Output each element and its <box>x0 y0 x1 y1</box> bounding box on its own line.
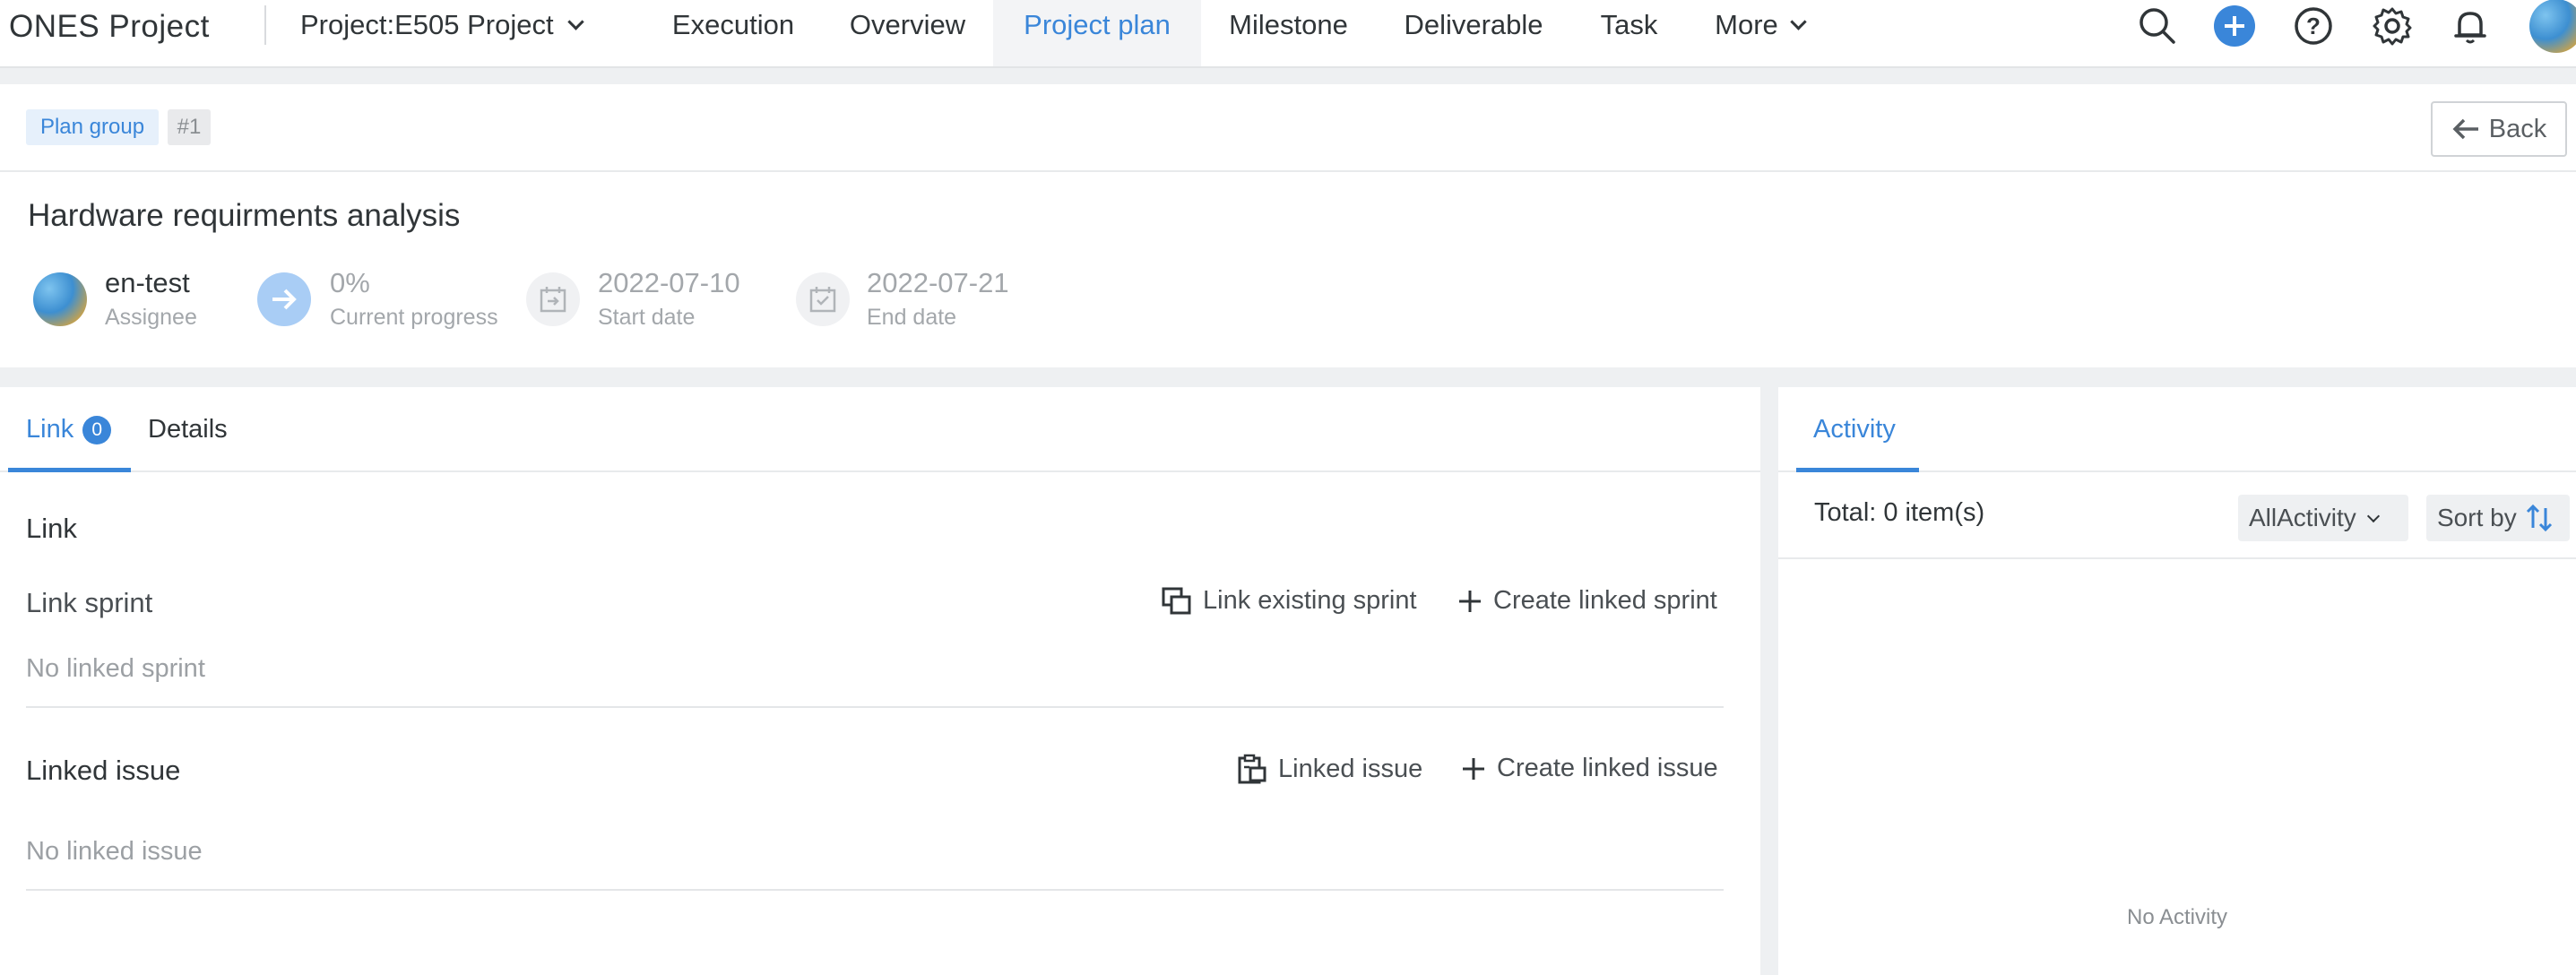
activity-panel-tabs: Activity <box>1778 387 2576 472</box>
activity-filter-dropdown[interactable]: AllActivity <box>2238 495 2408 541</box>
link-section-title: Link <box>26 513 77 544</box>
nav-task[interactable]: Task <box>1582 0 1676 66</box>
link-copy-icon <box>1162 587 1191 614</box>
help-icon[interactable]: ? <box>2291 4 2336 48</box>
link-sprint-label: Link sprint <box>26 587 153 618</box>
start-date-value: 2022-07-10 <box>598 267 740 298</box>
nav-milestone[interactable]: Milestone <box>1206 0 1371 66</box>
start-date-field[interactable]: 2022-07-10 Start date <box>524 260 766 341</box>
sort-icon <box>2526 504 2552 532</box>
nav-overview[interactable]: Overview <box>825 0 990 66</box>
search-icon[interactable] <box>2135 4 2180 48</box>
plus-icon <box>1459 590 1481 612</box>
link-existing-sprint-button[interactable]: Link existing sprint <box>1162 586 1417 616</box>
gear-icon[interactable] <box>2370 4 2415 48</box>
nav-more[interactable]: More <box>1697 0 1822 66</box>
tab-details[interactable]: Details <box>148 387 228 472</box>
progress-label: Current progress <box>330 305 498 330</box>
progress-value: 0% <box>330 267 370 298</box>
link-existing-sprint-label: Link existing sprint <box>1203 586 1417 615</box>
nav-project-plan[interactable]: Project plan <box>993 0 1201 66</box>
arrow-right-icon <box>257 272 311 326</box>
no-linked-issue-text: No linked issue <box>26 837 203 866</box>
calendar-start-icon <box>526 272 580 326</box>
tab-link-label: Link <box>26 415 74 444</box>
back-button-label: Back <box>2488 114 2547 143</box>
svg-text:?: ? <box>2306 13 2321 39</box>
no-linked-sprint-text: No linked sprint <box>26 654 205 683</box>
activity-total: Total: 0 item(s) <box>1814 498 1985 527</box>
activity-divider <box>1778 557 2576 559</box>
start-date-label: Start date <box>598 305 696 330</box>
assignee-avatar <box>33 272 87 326</box>
tab-link[interactable]: Link 0 <box>26 387 112 472</box>
create-linked-sprint-label: Create linked sprint <box>1493 586 1717 615</box>
section-divider <box>26 889 1724 891</box>
arrow-left-icon <box>2452 118 2478 140</box>
link-panel: Link 0 Details Link Link sprint Link exi… <box>0 387 1760 975</box>
create-linked-issue-label: Create linked issue <box>1497 754 1718 782</box>
link-panel-tabs: Link 0 Details <box>0 387 1760 472</box>
clipboard-link-icon <box>1238 754 1266 784</box>
sort-by-button[interactable]: Sort by <box>2426 495 2570 541</box>
no-activity-text: No Activity <box>2126 905 2228 929</box>
link-count-badge: 0 <box>82 415 112 444</box>
user-avatar[interactable] <box>2529 0 2576 53</box>
linked-issue-button[interactable]: Linked issue <box>1237 754 1422 784</box>
sort-by-label: Sort by <box>2437 504 2517 531</box>
linked-issue-button-label: Linked issue <box>1278 754 1423 783</box>
nav-execution[interactable]: Execution <box>648 0 818 66</box>
plus-icon <box>1463 757 1484 780</box>
create-linked-sprint-button[interactable]: Create linked sprint <box>1457 586 1717 616</box>
nav-divider <box>264 5 266 45</box>
nav-deliverable[interactable]: Deliverable <box>1387 0 1560 66</box>
add-icon[interactable] <box>2212 4 2257 48</box>
project-selector-label: Project:E505 Project <box>300 9 554 40</box>
calendar-check-icon <box>796 272 850 326</box>
back-button[interactable]: Back <box>2431 101 2567 157</box>
active-tab-indicator <box>8 468 131 472</box>
linked-issue-label: Linked issue <box>26 755 181 786</box>
activity-filter-label: AllActivity <box>2249 504 2356 531</box>
activity-panel: Activity Total: 0 item(s) AllActivity So… <box>1778 387 2576 975</box>
create-linked-issue-button[interactable]: Create linked issue <box>1461 754 1718 783</box>
end-date-value: 2022-07-21 <box>867 267 1009 298</box>
assignee-value: en-test <box>105 267 190 298</box>
top-navigation: ONES Project Project:E505 Project Execut… <box>0 0 2576 68</box>
bell-icon[interactable] <box>2448 4 2493 48</box>
tab-activity[interactable]: Activity <box>1813 387 1896 472</box>
assignee-field[interactable]: en-test Assignee <box>33 260 239 341</box>
end-date-label: End date <box>867 305 957 330</box>
nav-more-label: More <box>1715 9 1778 40</box>
section-divider <box>26 706 1724 708</box>
brand-logo[interactable]: ONES Project <box>9 9 210 45</box>
project-selector[interactable]: Project:E505 Project <box>300 7 584 43</box>
page-title: Hardware requirments analysis <box>28 198 461 233</box>
header-divider <box>0 170 2576 172</box>
chevron-down-icon <box>2366 509 2380 522</box>
item-id-tag: #1 <box>168 109 211 145</box>
item-type-tag: Plan group <box>26 109 159 145</box>
chevron-down-icon <box>566 13 584 30</box>
progress-field[interactable]: 0% Current progress <box>255 260 515 341</box>
chevron-down-icon <box>1790 13 1807 30</box>
end-date-field[interactable]: 2022-07-21 End date <box>794 260 1036 341</box>
assignee-label: Assignee <box>105 305 197 330</box>
active-tab-indicator <box>1796 468 1919 472</box>
